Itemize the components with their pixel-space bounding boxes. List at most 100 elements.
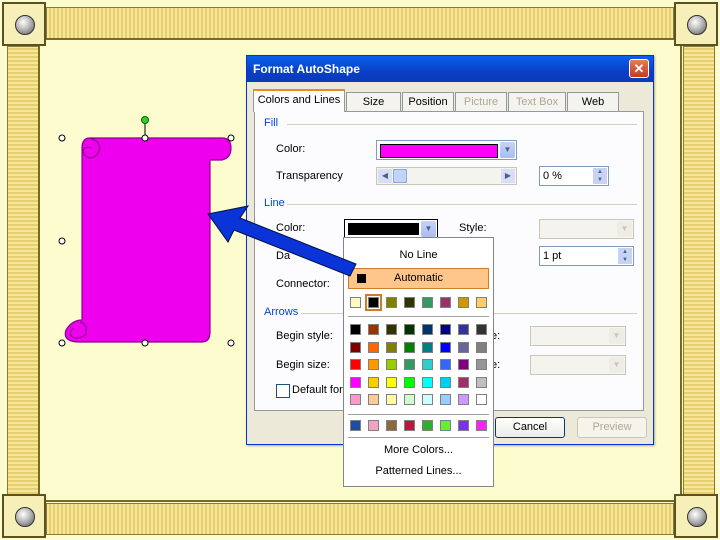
tab-picture[interactable]: Picture bbox=[455, 92, 507, 111]
begin-size-label: Begin size: bbox=[276, 359, 330, 371]
color-swatch[interactable] bbox=[476, 324, 487, 335]
sizing-handle-top[interactable] bbox=[141, 134, 149, 142]
color-swatch[interactable] bbox=[386, 394, 397, 405]
color-swatch[interactable] bbox=[404, 394, 415, 405]
sizing-handle-bottom[interactable] bbox=[141, 339, 149, 347]
line-style-dropdown[interactable]: ▼ bbox=[539, 219, 634, 239]
color-swatch[interactable] bbox=[368, 341, 379, 353]
slider-right-arrow-icon[interactable]: ▶ bbox=[501, 169, 515, 183]
chevron-down-icon[interactable]: ▼ bbox=[421, 221, 436, 237]
sizing-handle-bottom-right[interactable] bbox=[227, 339, 235, 347]
color-swatch[interactable] bbox=[404, 324, 415, 335]
spinner-icon[interactable]: ▲ ▼ bbox=[593, 168, 607, 184]
color-swatch[interactable] bbox=[368, 420, 379, 431]
sizing-handle-left[interactable] bbox=[58, 237, 66, 245]
color-swatch[interactable] bbox=[458, 420, 469, 431]
color-swatch[interactable] bbox=[440, 376, 451, 388]
color-swatch[interactable] bbox=[368, 376, 379, 388]
tab-size[interactable]: Size bbox=[346, 92, 401, 111]
color-swatch[interactable] bbox=[422, 359, 433, 370]
color-swatch[interactable] bbox=[350, 376, 361, 388]
color-swatch[interactable] bbox=[476, 394, 487, 405]
color-swatch[interactable] bbox=[404, 297, 415, 308]
color-swatch[interactable] bbox=[422, 376, 433, 388]
color-swatch[interactable] bbox=[422, 341, 433, 353]
color-swatch[interactable] bbox=[404, 376, 415, 388]
patterned-lines-option[interactable]: Patterned Lines... bbox=[344, 465, 493, 477]
color-swatch[interactable] bbox=[386, 420, 397, 431]
color-swatch[interactable] bbox=[350, 359, 361, 370]
color-swatch[interactable] bbox=[386, 341, 397, 353]
tab-web[interactable]: Web bbox=[567, 92, 619, 111]
color-swatch[interactable] bbox=[422, 324, 433, 335]
sizing-handle-top-right[interactable] bbox=[227, 134, 235, 142]
color-swatch[interactable] bbox=[386, 297, 397, 308]
default-checkbox[interactable] bbox=[276, 384, 290, 398]
transparency-input[interactable]: 0 % ▲ ▼ bbox=[539, 166, 609, 186]
color-swatch[interactable] bbox=[404, 420, 415, 431]
chevron-down-icon: ▼ bbox=[617, 221, 632, 237]
color-swatch[interactable] bbox=[440, 297, 451, 308]
sizing-handle-bottom-left[interactable] bbox=[58, 339, 66, 347]
line-weight-input[interactable]: 1 pt ▲ ▼ bbox=[539, 246, 634, 266]
end-style-dropdown[interactable]: ▼ bbox=[530, 326, 626, 346]
color-swatch[interactable] bbox=[458, 359, 469, 370]
color-swatch[interactable] bbox=[368, 394, 379, 405]
color-swatch[interactable] bbox=[440, 394, 451, 405]
color-swatch[interactable] bbox=[476, 420, 487, 431]
color-swatch[interactable] bbox=[440, 420, 451, 431]
tab-colors-and-lines[interactable]: Colors and Lines bbox=[253, 89, 345, 112]
color-swatch[interactable] bbox=[404, 359, 415, 370]
tab-position[interactable]: Position bbox=[402, 92, 454, 111]
pointer-arrow bbox=[207, 205, 357, 277]
spinner-icon[interactable]: ▲ ▼ bbox=[618, 248, 632, 264]
color-swatch[interactable] bbox=[350, 420, 361, 431]
default-checkbox-label: Default for bbox=[292, 384, 343, 396]
color-swatch[interactable] bbox=[458, 376, 469, 388]
more-colors-option[interactable]: More Colors... bbox=[344, 444, 493, 456]
arrow-icon bbox=[207, 205, 357, 277]
frame-bottom-band bbox=[46, 503, 674, 535]
palette-separator bbox=[348, 437, 489, 438]
dialog-titlebar[interactable]: Format AutoShape ✕ bbox=[247, 56, 653, 82]
tab-text-box[interactable]: Text Box bbox=[508, 92, 566, 111]
color-swatch[interactable] bbox=[422, 420, 433, 431]
color-swatch[interactable] bbox=[458, 341, 469, 353]
color-swatch[interactable] bbox=[368, 324, 379, 335]
sizing-handle-top-left[interactable] bbox=[58, 134, 66, 142]
chevron-down-icon[interactable]: ▼ bbox=[500, 142, 515, 158]
color-swatch[interactable] bbox=[440, 324, 451, 335]
transparency-slider[interactable]: ◀ ▶ bbox=[376, 167, 517, 185]
close-icon[interactable]: ✕ bbox=[629, 59, 649, 78]
color-swatch[interactable] bbox=[458, 394, 469, 405]
frame-corner-bottom-left bbox=[2, 494, 46, 538]
color-swatch[interactable] bbox=[422, 297, 433, 308]
color-swatch[interactable] bbox=[350, 341, 361, 353]
color-swatch[interactable] bbox=[350, 297, 361, 308]
color-swatch[interactable] bbox=[386, 376, 397, 388]
rivet-icon bbox=[687, 15, 707, 35]
color-swatch[interactable] bbox=[386, 359, 397, 370]
color-swatch[interactable] bbox=[368, 359, 379, 370]
rotation-handle[interactable] bbox=[141, 116, 149, 124]
color-swatch[interactable] bbox=[458, 297, 469, 308]
color-swatch[interactable] bbox=[476, 341, 487, 353]
color-swatch[interactable] bbox=[476, 376, 487, 388]
color-swatch[interactable] bbox=[440, 359, 451, 370]
color-swatch[interactable] bbox=[458, 324, 469, 335]
fill-color-dropdown[interactable]: ▼ bbox=[376, 140, 517, 160]
slider-left-arrow-icon[interactable]: ◀ bbox=[378, 169, 392, 183]
color-swatch[interactable] bbox=[476, 359, 487, 370]
color-swatch[interactable] bbox=[404, 341, 415, 353]
color-swatch[interactable] bbox=[422, 394, 433, 405]
slider-thumb[interactable] bbox=[393, 169, 407, 183]
color-swatch[interactable] bbox=[440, 341, 451, 353]
end-size-dropdown[interactable]: ▼ bbox=[530, 355, 626, 375]
cancel-button[interactable]: Cancel bbox=[495, 417, 565, 438]
color-swatch[interactable] bbox=[476, 297, 487, 308]
color-swatch[interactable] bbox=[350, 394, 361, 405]
color-swatch[interactable] bbox=[365, 294, 382, 311]
preview-button[interactable]: Preview bbox=[577, 417, 647, 438]
color-swatch[interactable] bbox=[386, 324, 397, 335]
color-swatch[interactable] bbox=[350, 324, 361, 335]
